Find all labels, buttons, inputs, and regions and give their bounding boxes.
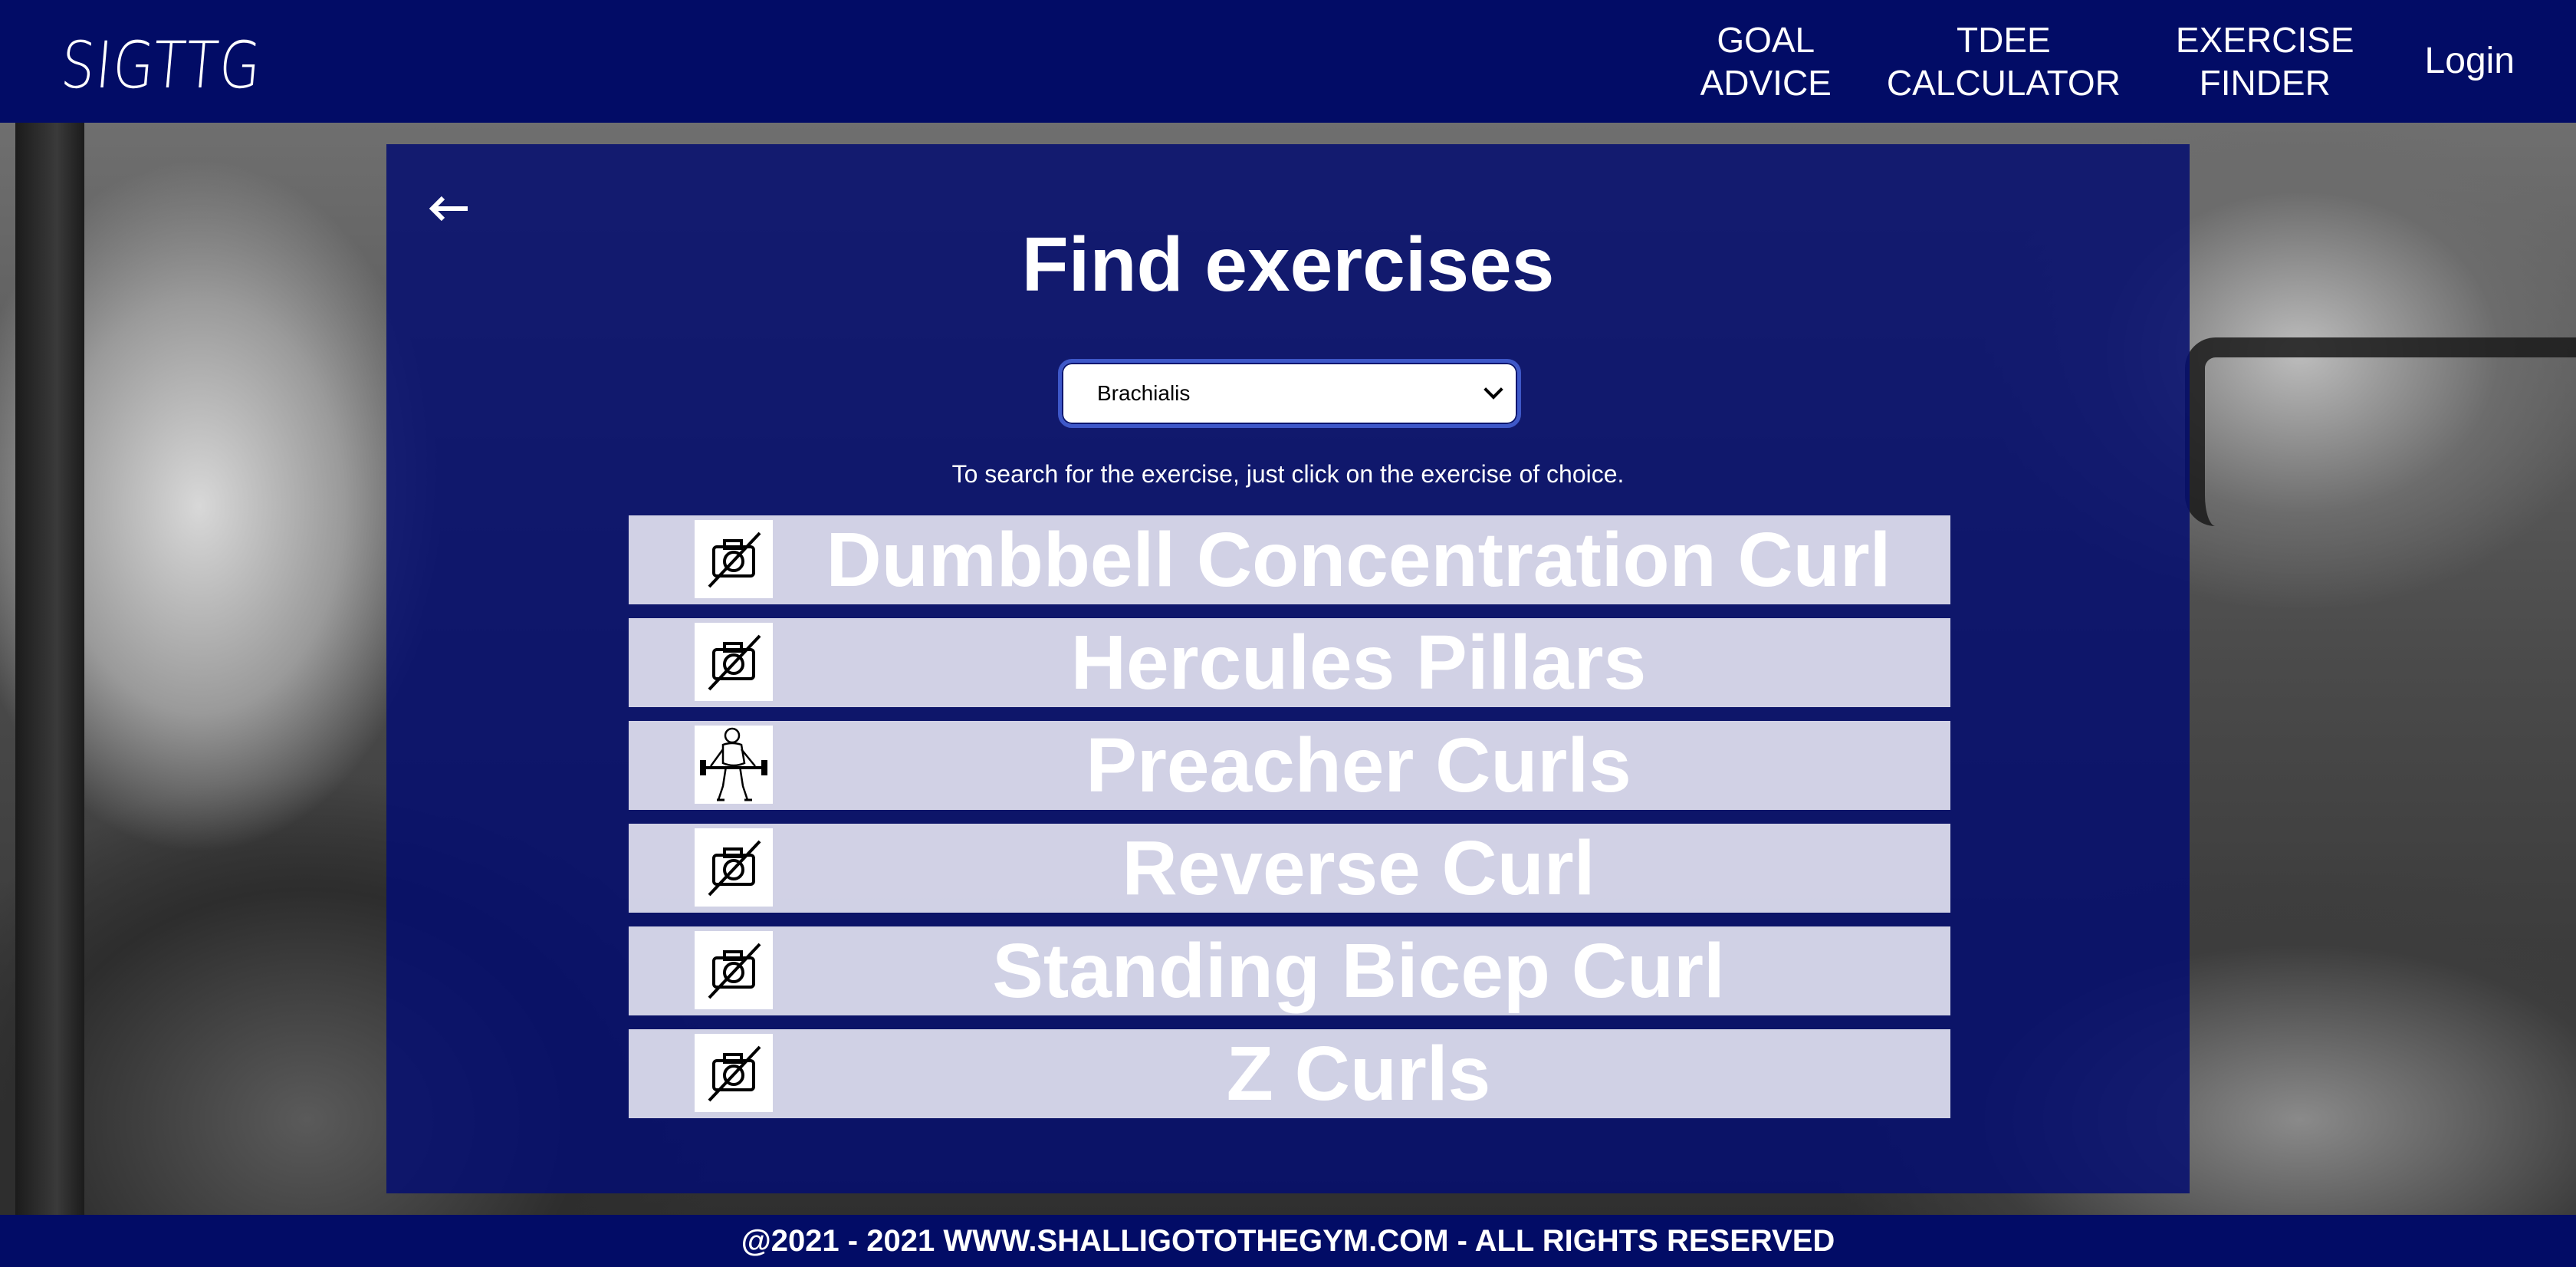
exercise-row[interactable]: Standing Bicep Curl — [629, 926, 1950, 1015]
chevron-down-icon — [1484, 380, 1503, 400]
exercise-name: Reverse Curl — [1122, 825, 1595, 911]
exercise-name: Z Curls — [1226, 1031, 1491, 1117]
nav-exercise-finder[interactable]: EXERCISE FINDER — [2148, 18, 2382, 104]
exercise-list: Dumbbell Concentration Curl Hercules Pil… — [629, 515, 1950, 1132]
nav-tdee-calculator[interactable]: TDEE CALCULATOR — [1859, 18, 2148, 104]
exercise-name: Hercules Pillars — [1070, 620, 1647, 706]
exercise-row[interactable]: Hercules Pillars — [629, 618, 1950, 707]
nav-goal-advice-line2: ADVICE — [1700, 63, 1832, 103]
exercise-row[interactable]: Preacher Curls — [629, 721, 1950, 810]
exercise-name: Standing Bicep Curl — [992, 928, 1725, 1014]
site-logo[interactable]: SIGTTG — [58, 28, 265, 103]
top-navbar: SIGTTG GOAL ADVICE TDEE CALCULATOR EXERC… — [0, 0, 2576, 123]
exercise-name: Dumbbell Concentration Curl — [826, 517, 1891, 603]
main-nav: GOAL ADVICE TDEE CALCULATOR EXERCISE FIN… — [1673, 0, 2515, 123]
exercise-row[interactable]: Z Curls — [629, 1029, 1950, 1118]
muscle-select-value: Brachialis — [1097, 381, 1191, 405]
nav-goal-advice[interactable]: GOAL ADVICE — [1673, 18, 1859, 104]
nav-exercise-finder-line1: EXERCISE — [2175, 20, 2354, 60]
site-footer: @2021 - 2021 WWW.SHALLIGOTOTHEGYM.COM - … — [0, 1215, 2576, 1267]
search-hint: To search for the exercise, just click o… — [951, 460, 1625, 488]
nav-exercise-finder-line2: FINDER — [2199, 63, 2331, 103]
nav-tdee-calculator-line1: TDEE — [1957, 20, 2051, 60]
page-title: Find exercises — [1021, 222, 1555, 308]
exercise-finder-panel: Find exercises Brachialis To search for … — [386, 144, 2190, 1193]
footer-copyright: @2021 - 2021 WWW.SHALLIGOTOTHEGYM.COM - … — [741, 1224, 1835, 1258]
exercise-name: Preacher Curls — [1086, 722, 1631, 808]
nav-tdee-calculator-line2: CALCULATOR — [1886, 63, 2121, 103]
exercise-row[interactable]: Dumbbell Concentration Curl — [629, 515, 1950, 604]
muscle-select[interactable]: Brachialis — [1058, 359, 1521, 428]
login-link[interactable]: Login — [2397, 40, 2515, 83]
nav-goal-advice-line1: GOAL — [1717, 20, 1815, 60]
exercise-row[interactable]: Reverse Curl — [629, 824, 1950, 913]
